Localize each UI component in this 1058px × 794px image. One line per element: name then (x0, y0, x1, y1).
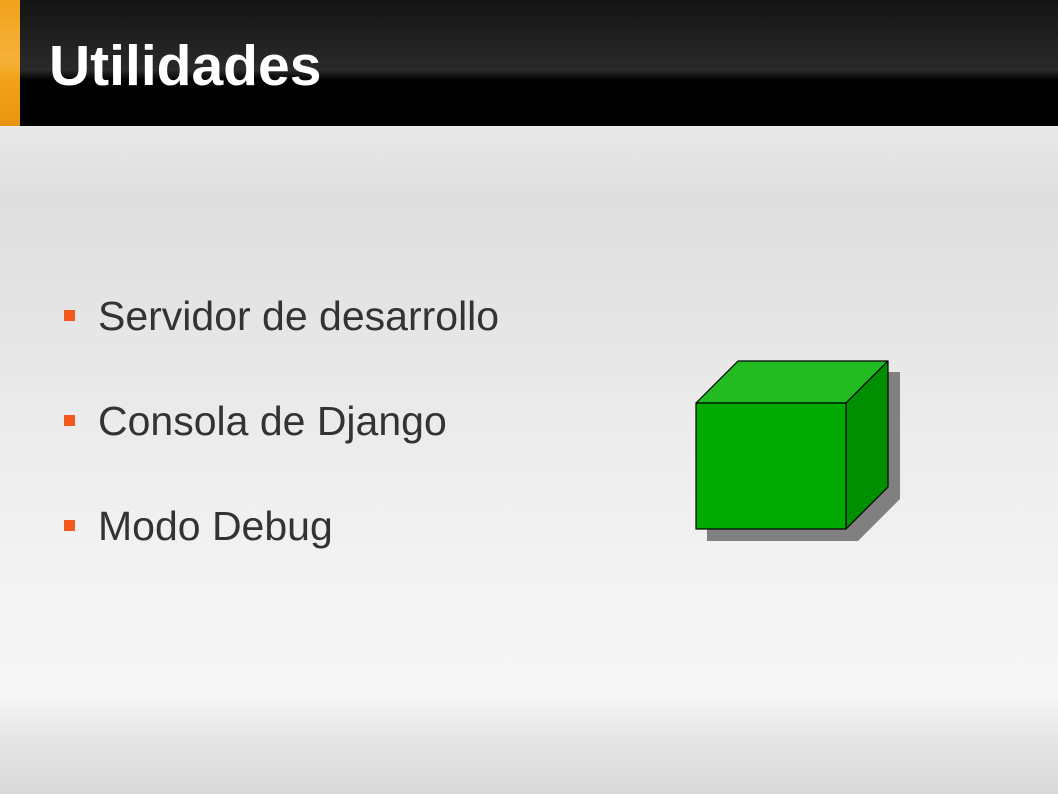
bullet-text: Consola de Django (98, 398, 447, 444)
accent-strip (0, 0, 20, 126)
square-bullet-icon (64, 415, 75, 426)
slide-title: Utilidades (49, 34, 322, 98)
bullet-text: Modo Debug (98, 503, 333, 549)
slide: Utilidades Servidor de desarrollo Consol… (0, 0, 1058, 794)
cube-front-face (695, 402, 847, 530)
square-bullet-icon (64, 520, 75, 531)
bullet-text: Servidor de desarrollo (98, 293, 500, 339)
title-bar: Utilidades (0, 0, 1058, 126)
square-bullet-icon (64, 310, 75, 321)
cube-icon (695, 360, 900, 541)
